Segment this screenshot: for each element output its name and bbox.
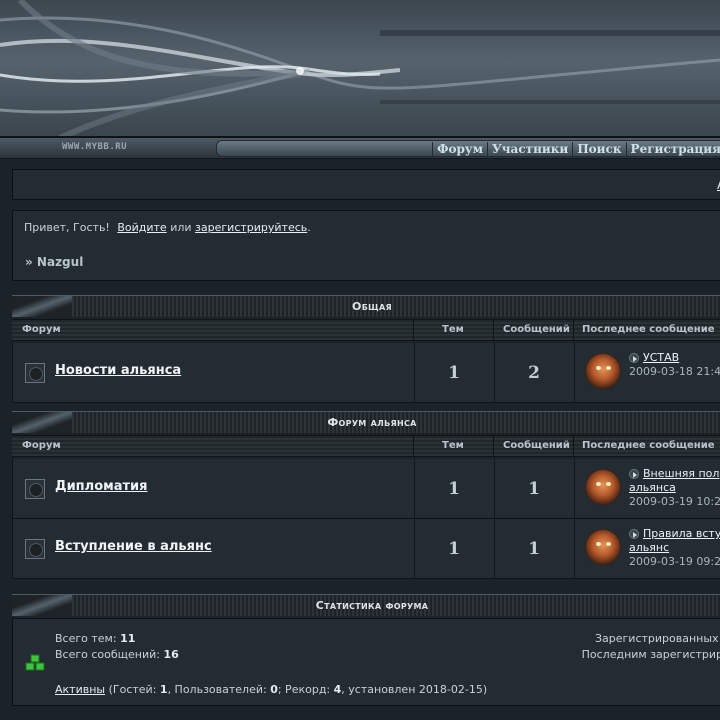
go-to-post-icon[interactable]	[629, 353, 639, 363]
user-avatar[interactable]	[585, 469, 621, 505]
last-post-link[interactable]: Внешняя пол альянса	[629, 467, 719, 494]
posts-count: 1	[528, 479, 540, 499]
stats-totals: Всего тем: 11 Всего сообщений: 16	[55, 631, 179, 663]
forum-row: Новости альянса 1 2 УСТАВ 2009-03-18 21:…	[12, 343, 720, 403]
user-avatar[interactable]	[585, 353, 621, 389]
nav-search[interactable]: Поиск	[572, 142, 625, 156]
col-last-post: Последнее сообщение	[582, 324, 715, 335]
top-bar: А	[12, 169, 720, 200]
users-label: , Пользователей:	[167, 683, 267, 696]
forum-row: Дипломатия 1 1 Внешняя пол альянса 2009-…	[12, 459, 720, 519]
col-posts: Сообщений	[503, 324, 570, 335]
col-forum: Форум	[22, 440, 61, 451]
category-header-alliance: Форум альянса	[12, 411, 720, 433]
go-to-post-icon[interactable]	[629, 469, 639, 479]
column-header-row: Форум Тем Сообщений Последнее сообщение	[12, 435, 720, 457]
col-topics: Тем	[442, 440, 464, 451]
forum-link[interactable]: Вступление в альянс	[55, 539, 212, 554]
col-posts: Сообщений	[503, 440, 570, 451]
last-post-link[interactable]: УСТАВ	[643, 351, 679, 364]
forum-link[interactable]: Новости альянса	[55, 363, 181, 378]
posts-total-value: 16	[163, 648, 179, 661]
user-avatar[interactable]	[585, 529, 621, 565]
stats-header: Статистика форума	[12, 594, 720, 616]
forum-status-icon	[25, 479, 45, 499]
topics-count: 1	[448, 539, 460, 559]
guests-value: 1	[159, 683, 168, 696]
stats-title: Статистика форума	[315, 599, 429, 612]
category-header-general: Общая	[12, 295, 720, 317]
register-link[interactable]: зарегистрируйтесь	[195, 221, 307, 234]
main-nav: Форум Участники Поиск Регистрация	[216, 140, 720, 157]
users-value: 0	[270, 683, 278, 696]
online-link[interactable]: Активны	[55, 683, 105, 696]
category-title: Общая	[352, 300, 392, 313]
period-text: .	[307, 221, 311, 234]
welcome-panel: Привет, Гость! Войдите или зарегистрируй…	[12, 210, 720, 281]
last-post: Правила всту альянс 2009-03-19 09:2	[629, 527, 720, 569]
header-banner	[0, 0, 720, 138]
topics-count: 1	[448, 363, 460, 383]
stats-cubes-icon	[25, 654, 45, 671]
last-registered-label: Последним зарегистрирова	[581, 648, 720, 661]
or-text: или	[170, 221, 192, 234]
nav-register[interactable]: Регистрация	[625, 142, 720, 156]
welcome-line: Привет, Гость! Войдите или зарегистрируй…	[24, 221, 311, 234]
registered-users-label: Зарегистрированных пол	[594, 632, 720, 645]
nav-members[interactable]: Участники	[487, 142, 572, 156]
stats-panel: Всего тем: 11 Всего сообщений: 16 Зареги…	[12, 618, 720, 706]
stats-users: Зарегистрированных пол Последним зарегис…	[543, 631, 720, 663]
col-last-post: Последнее сообщение	[582, 440, 715, 451]
posts-total-label: Всего сообщений:	[55, 648, 160, 661]
go-to-post-icon[interactable]	[629, 529, 639, 539]
topics-total-value: 11	[120, 632, 136, 645]
forum-status-icon	[25, 539, 45, 559]
last-post-date: 2009-03-19 09:2	[629, 555, 720, 568]
last-post: Внешняя пол альянса 2009-03-19 10:2	[629, 467, 720, 509]
guests-label: (Гостей:	[108, 683, 157, 696]
topics-total-label: Всего тем:	[55, 632, 117, 645]
posts-count: 1	[528, 539, 540, 559]
login-link[interactable]: Войдите	[117, 221, 166, 234]
greeting-text: Привет, Гость!	[24, 221, 110, 234]
last-post-date: 2009-03-19 10:2	[629, 495, 720, 508]
col-topics: Тем	[442, 324, 464, 335]
nav-forum[interactable]: Форум	[432, 142, 487, 156]
forum-link[interactable]: Дипломатия	[55, 479, 148, 494]
forum-row: Вступление в альянс 1 1 Правила всту аль…	[12, 519, 720, 579]
record-date: , установлен 2018-02-15)	[341, 683, 488, 696]
site-url: WWW.MYBB.RU	[62, 142, 128, 152]
column-header-row: Форум Тем Сообщений Последнее сообщение	[12, 319, 720, 341]
posts-count: 2	[528, 363, 540, 383]
record-label: ; Рекорд:	[277, 683, 331, 696]
last-post-link[interactable]: Правила всту альянс	[629, 527, 720, 554]
forum-status-icon	[25, 363, 45, 383]
col-forum: Форум	[22, 324, 61, 335]
last-post-date: 2009-03-18 21:4	[629, 365, 720, 378]
online-stats: Активны (Гостей: 1, Пользователей: 0; Ре…	[55, 683, 487, 696]
breadcrumb: » Nazgul	[25, 255, 84, 269]
topics-count: 1	[448, 479, 460, 499]
last-post: УСТАВ 2009-03-18 21:4	[629, 351, 720, 379]
nav-strip: WWW.MYBB.RU Форум Участники Поиск Регист…	[0, 138, 720, 159]
banner-artwork	[0, 0, 720, 136]
category-title: Форум альянса	[327, 416, 417, 429]
